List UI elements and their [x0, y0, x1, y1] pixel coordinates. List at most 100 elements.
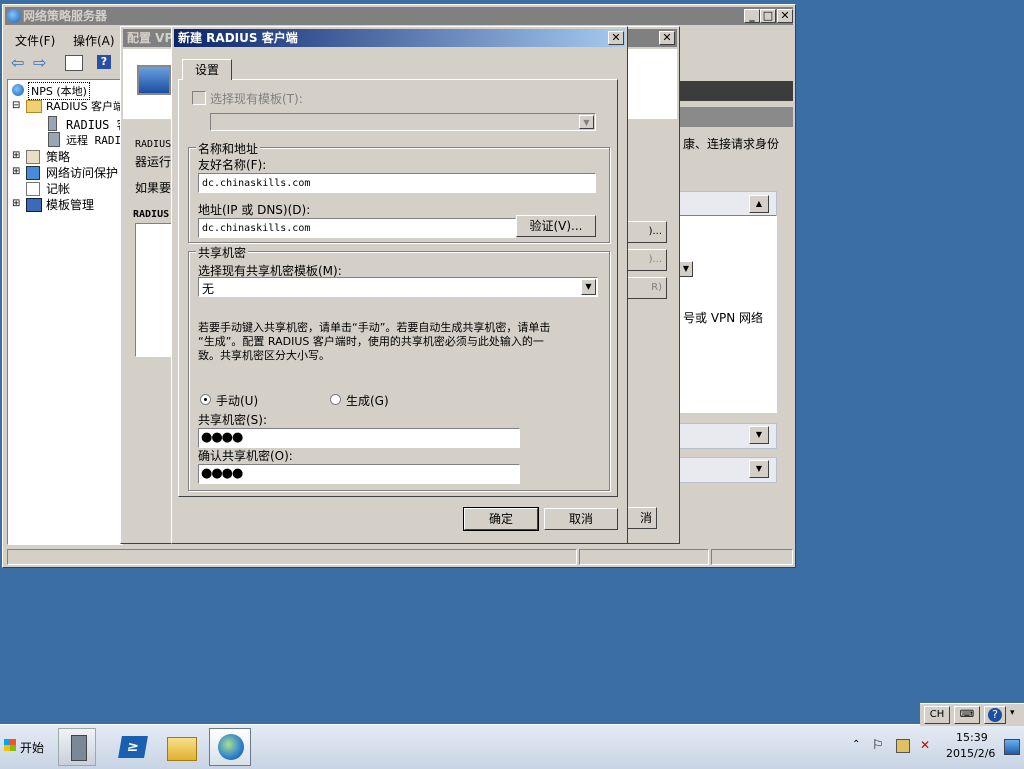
confirm-secret-value: ●●●● — [201, 466, 243, 481]
server-manager-glyph — [71, 735, 87, 761]
nps-titlebar[interactable]: 网络策略服务器 — [5, 7, 793, 25]
chevron-down-icon[interactable]: ▼ — [581, 279, 596, 295]
config-text-running: 器运行 — [135, 155, 172, 169]
manual-label[interactable]: 手动(U) — [216, 392, 258, 409]
tree-item-remote-radius[interactable]: 远程 RADI — [66, 132, 121, 148]
shared-secret-value: ●●●● — [201, 430, 243, 445]
folder-icon — [26, 100, 42, 113]
powershell-glyph: ≥ — [118, 736, 148, 758]
use-template-checkbox[interactable] — [192, 91, 206, 105]
generate-label[interactable]: 生成(G) — [346, 392, 389, 409]
verify-button-label: 验证(V)... — [529, 219, 583, 233]
confirm-secret-input[interactable]: ●●●● — [198, 464, 520, 484]
maximize-button[interactable]: □ — [760, 9, 776, 23]
right-text-vpn: 号或 VPN 网络 — [683, 311, 764, 325]
server-manager-icon[interactable] — [58, 728, 96, 766]
manual-radio[interactable] — [200, 394, 211, 405]
server-icon — [48, 116, 57, 131]
tree-panel: NPS (本地) ⊟ RADIUS 客户端 RADIUS 客 远程 RADI ⊞… — [7, 79, 129, 545]
shared-secret-input[interactable]: ●●●● — [198, 428, 520, 448]
tree-item-nap[interactable]: 网络访问保护 — [46, 164, 118, 181]
verify-button[interactable]: 验证(V)... — [516, 215, 596, 237]
new-radius-client-dialog: 新建 RADIUS 客户端 ✕ 设置 选择现有模板(T): ▼ 名称和地址 友好… — [171, 26, 628, 544]
keyboard-icon[interactable]: ⌨ — [954, 706, 980, 724]
address-input[interactable] — [198, 218, 516, 238]
language-bar: CH ⌨ ? ▾ — [920, 703, 1024, 726]
explorer-icon[interactable] — [162, 728, 200, 766]
language-label: CH — [929, 709, 945, 720]
flag-icon[interactable]: ⚐ — [872, 738, 884, 753]
back-arrow-icon[interactable]: ⇦ — [11, 53, 24, 72]
tree-expander-nap[interactable]: ⊞ — [12, 166, 20, 177]
tree-item-templates[interactable]: 模板管理 — [46, 196, 94, 213]
help-text-line-3: 致。共享机密区分大小写。 — [198, 349, 330, 362]
toolbar: ⇦ ⇨ ? — [5, 51, 123, 75]
confirm-secret-label: 确认共享机密(O): — [198, 449, 293, 463]
dialog-titlebar[interactable]: 新建 RADIUS 客户端 — [174, 29, 625, 47]
config-close-button[interactable]: ✕ — [659, 31, 675, 45]
battery-icon[interactable] — [896, 739, 910, 753]
server-group-icon — [48, 132, 60, 147]
forward-arrow-icon[interactable]: ⇨ — [33, 53, 46, 72]
cancel-button[interactable]: 取消 — [544, 508, 618, 530]
dialog-title: 新建 RADIUS 客户端 — [178, 31, 298, 45]
start-label: 开始 — [20, 741, 45, 755]
language-bar-options[interactable]: ▾ — [1010, 708, 1020, 722]
cancel-button-label: 取消 — [568, 512, 593, 526]
config-client-list[interactable] — [135, 223, 173, 357]
expand-section-3-button[interactable]: ▼ — [749, 460, 769, 478]
tree-expander-radius[interactable]: ⊟ — [12, 100, 20, 111]
expand-section-2-button[interactable]: ▼ — [749, 426, 769, 444]
show-desktop-button[interactable] — [1004, 739, 1020, 755]
tab-settings-label: 设置 — [194, 63, 219, 77]
start-button[interactable]: 开始 — [2, 733, 48, 761]
tree-expander-templates[interactable]: ⊞ — [12, 198, 20, 209]
config-edit-label: )... — [648, 254, 662, 265]
powershell-icon[interactable]: ≥ — [114, 728, 152, 766]
help-icon[interactable]: ? — [97, 55, 111, 69]
right-text-health: 康、连接请求身份 — [683, 137, 780, 151]
tree-item-policies[interactable]: 策略 — [46, 148, 70, 165]
actions-subheader — [679, 107, 793, 127]
config-list-header: RADIUS — [133, 209, 170, 220]
network-icon[interactable]: ✕ — [920, 738, 930, 752]
tree-item-accounting[interactable]: 记帐 — [46, 180, 70, 197]
config-text-radius: RADIUS — [135, 139, 172, 150]
ok-button-label: 确定 — [488, 512, 513, 526]
manual-radio-dot — [204, 398, 207, 401]
monitor-icon — [137, 65, 171, 95]
nap-icon — [26, 166, 40, 180]
dialog-close-button[interactable]: ✕ — [608, 31, 624, 45]
explorer-folder-glyph — [167, 737, 197, 761]
nps-taskbar-icon[interactable] — [209, 728, 251, 766]
show-tree-icon[interactable] — [65, 55, 83, 71]
clock-time[interactable]: 15:39 — [956, 731, 988, 744]
ok-button[interactable]: 确定 — [463, 507, 539, 531]
nps-title: 网络策略服务器 — [23, 9, 108, 23]
config-remove-label: R) — [651, 282, 662, 293]
config-cancel-label: 消 — [639, 511, 652, 525]
tree-item-radius-clients[interactable]: RADIUS 客户端 — [46, 98, 124, 114]
secret-template-combo[interactable]: 无 ▼ — [198, 277, 598, 297]
template-combo[interactable]: ▼ — [210, 113, 596, 131]
close-button[interactable]: ✕ — [777, 9, 793, 23]
tab-settings[interactable]: 设置 — [182, 59, 232, 80]
tree-expander-policies[interactable]: ⊞ — [12, 150, 20, 161]
right-dropdown-arrow[interactable]: ▼ — [679, 261, 693, 277]
menu-file[interactable]: 文件(F) — [15, 32, 55, 49]
statusbar-pane-1 — [7, 549, 577, 565]
tray-expand-icon[interactable]: ⌃ — [852, 739, 860, 750]
menu-action[interactable]: 操作(A) — [73, 32, 115, 49]
secret-template-value: 无 — [202, 282, 215, 296]
collapse-section-button[interactable]: ▲ — [749, 195, 769, 213]
config-add-label: )... — [648, 226, 662, 237]
friendly-name-input[interactable] — [198, 173, 596, 193]
nps-globe-glyph — [218, 734, 244, 760]
language-indicator[interactable]: CH — [924, 706, 950, 724]
templates-icon — [26, 198, 42, 212]
chevron-down-icon[interactable]: ▼ — [579, 115, 594, 129]
help-icon[interactable]: ? — [984, 706, 1006, 724]
minimize-button[interactable]: _ — [744, 9, 760, 23]
clock-date[interactable]: 2015/2/6 — [946, 747, 995, 760]
generate-radio[interactable] — [330, 394, 341, 405]
